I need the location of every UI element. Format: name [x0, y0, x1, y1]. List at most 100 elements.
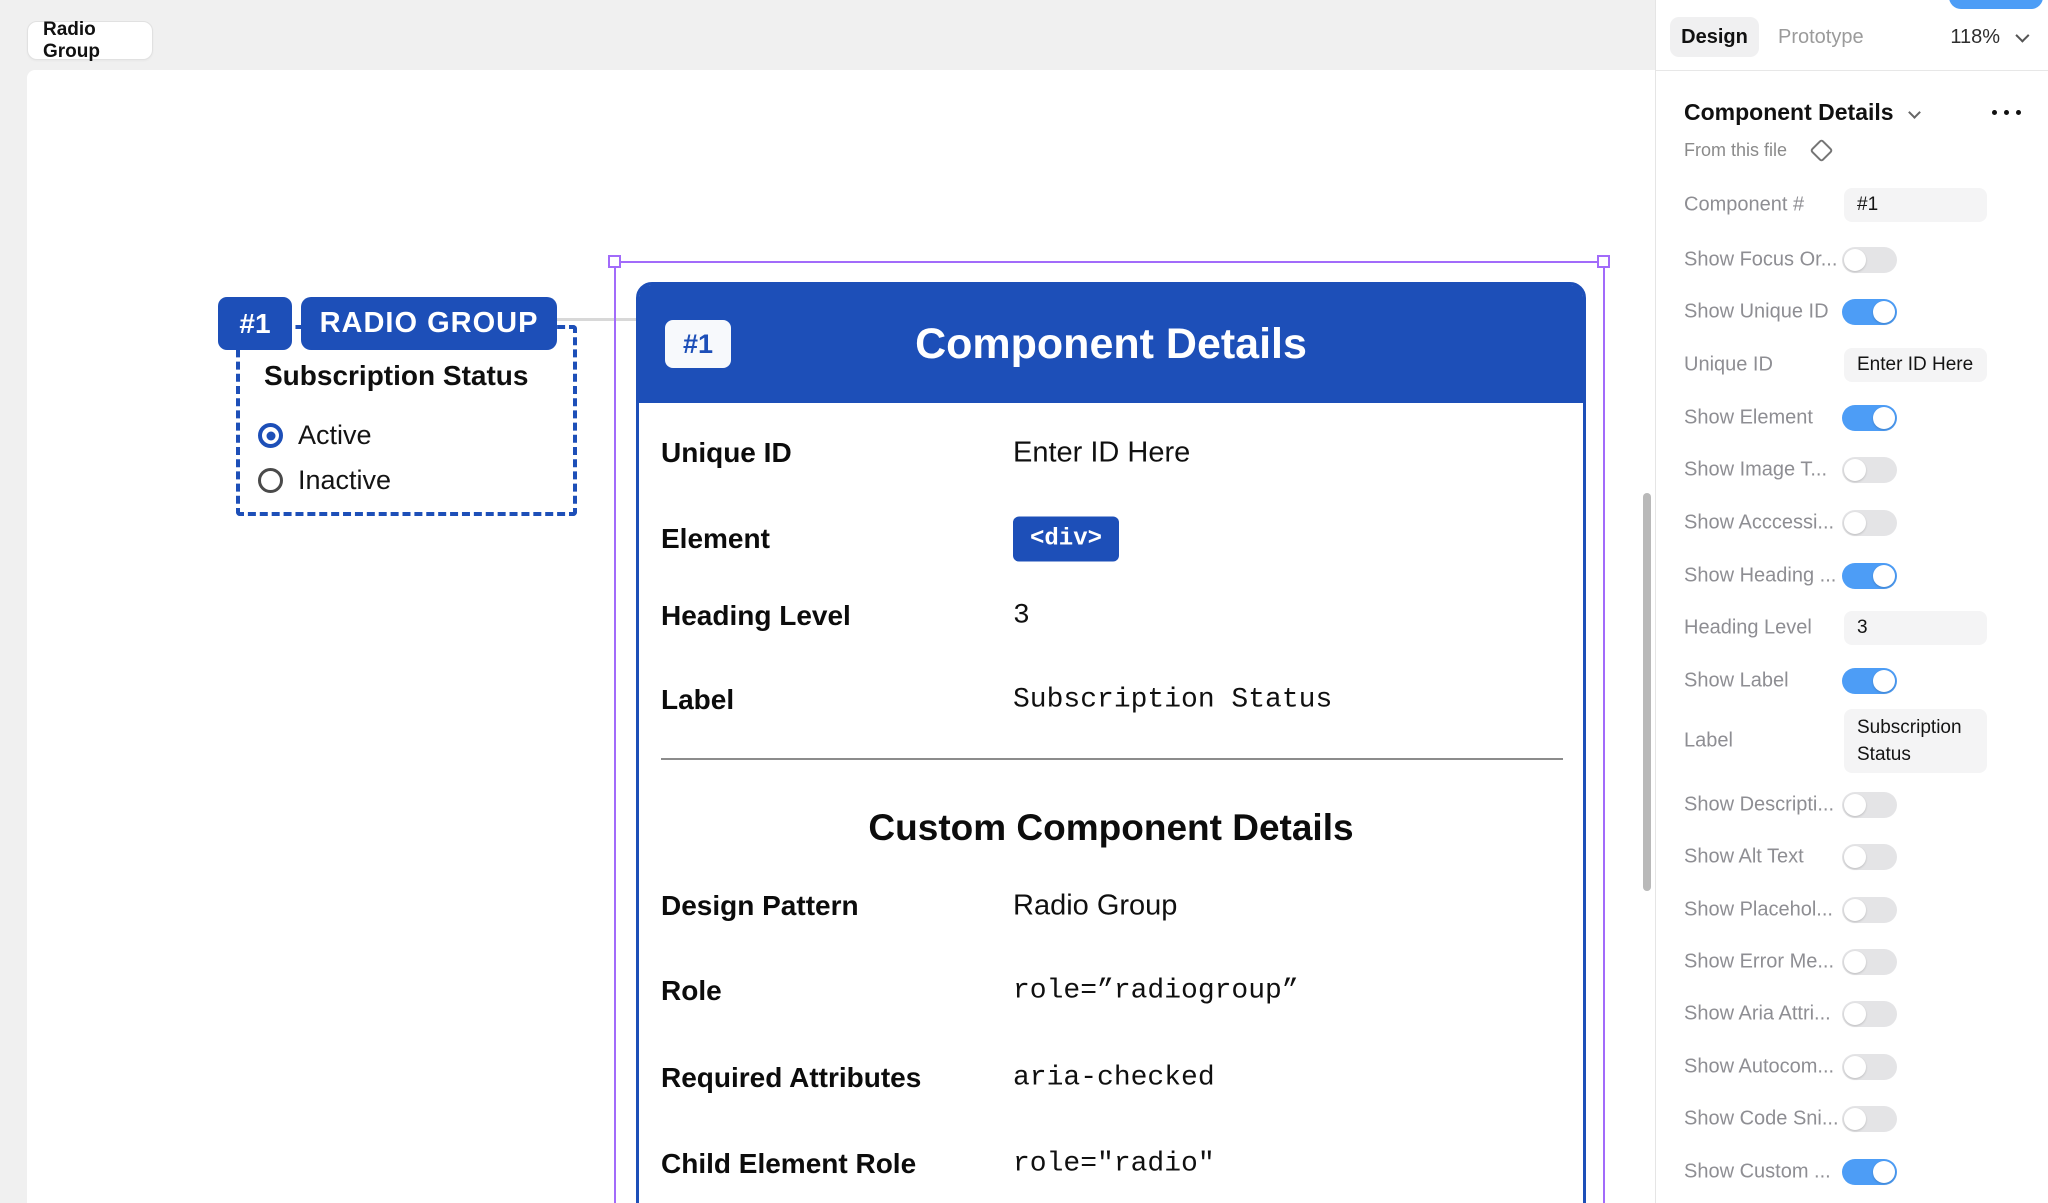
- selection-handle-top-left[interactable]: [608, 255, 621, 268]
- card-row-label: Label: [661, 684, 734, 716]
- toolbar-blue-button-partial[interactable]: [1949, 0, 2043, 9]
- card-title: Component Details: [915, 320, 1307, 369]
- panel-row-label: Show Alt Text: [1684, 846, 1804, 869]
- radio-group-legend: Subscription Status: [264, 360, 528, 392]
- card-row-label: Unique ID: [661, 437, 792, 469]
- radio-dot: [266, 431, 275, 440]
- input-heading-level[interactable]: 3: [1844, 611, 1987, 645]
- input-label[interactable]: Subscription Status: [1844, 709, 1987, 773]
- annotation-connector-line: [556, 318, 638, 321]
- more-options-button[interactable]: [1992, 110, 2021, 115]
- selection-outline-left: [614, 261, 616, 1203]
- card-row-value: aria-checked: [1013, 1063, 1215, 1094]
- toggle-show-error-me[interactable]: [1842, 949, 1897, 975]
- zoom-control[interactable]: 118%: [1950, 17, 2026, 57]
- toggle-show-label[interactable]: [1842, 668, 1897, 694]
- toggle-show-custom[interactable]: [1842, 1159, 1897, 1185]
- panel-row-label: Heading Level: [1684, 617, 1812, 640]
- selection-handle-top-right[interactable]: [1597, 255, 1610, 268]
- panel-topbar: Design Prototype 118%: [1656, 0, 2048, 71]
- radio-option-label: Active: [298, 420, 372, 451]
- toggle-show-acccessi[interactable]: [1842, 510, 1897, 536]
- toggle-knob: [1844, 1003, 1866, 1025]
- component-type-text: RADIO GROUP: [320, 307, 539, 340]
- radio-unselected-icon[interactable]: [258, 468, 283, 493]
- component-diamond-icon: [1810, 138, 1834, 162]
- plugin-title: Component Details: [1684, 99, 1894, 126]
- panel-row-label: Unique ID: [1684, 354, 1773, 377]
- panel-row-label: Show Focus Or...: [1684, 249, 1837, 272]
- toggle-show-unique-id[interactable]: [1842, 299, 1897, 325]
- card-row-label: Design Pattern: [661, 890, 859, 922]
- chevron-down-icon[interactable]: [1908, 106, 1921, 119]
- component-type-badge: RADIO GROUP: [301, 297, 557, 350]
- toggle-knob: [1873, 565, 1895, 587]
- toggle-show-alt-text[interactable]: [1842, 844, 1897, 870]
- panel-row-label: Show Image T...: [1684, 459, 1827, 482]
- panel-row-label: Label: [1684, 730, 1733, 753]
- toggle-show-code-sni[interactable]: [1842, 1106, 1897, 1132]
- component-details-card[interactable]: #1 Component Details Unique ID Enter ID H…: [636, 282, 1586, 1203]
- card-row-label: Required Attributes: [661, 1062, 921, 1094]
- panel-row-label: Show Error Me...: [1684, 951, 1834, 974]
- panel-row-label: Show Code Sni...: [1684, 1108, 1839, 1131]
- toggle-knob: [1844, 899, 1866, 921]
- toggle-show-aria-attri[interactable]: [1842, 1001, 1897, 1027]
- card-row-value: Subscription Status: [1013, 685, 1332, 716]
- input-component[interactable]: #1: [1844, 188, 1987, 222]
- card-row-value: Radio Group: [1013, 890, 1177, 923]
- panel-row-label: Show Element: [1684, 407, 1813, 430]
- card-number-text: #1: [683, 329, 713, 360]
- panel-row-label: Show Aria Attri...: [1684, 1003, 1831, 1026]
- radio-option-inactive[interactable]: Inactive: [258, 465, 391, 496]
- tab-design[interactable]: Design: [1670, 17, 1759, 57]
- toggle-knob: [1844, 951, 1866, 973]
- card-row-label: Element: [661, 523, 770, 555]
- chevron-down-icon: [2015, 29, 2029, 43]
- panel-row-label: Show Descripti...: [1684, 794, 1834, 817]
- toggle-knob: [1844, 1056, 1866, 1078]
- card-section-divider: [661, 758, 1563, 760]
- component-number-badge: #1: [218, 297, 292, 350]
- toggle-show-image-t[interactable]: [1842, 457, 1897, 483]
- card-row-value: role=”radiogroup”: [1013, 976, 1299, 1007]
- toggle-knob: [1873, 670, 1895, 692]
- toggle-show-autocom[interactable]: [1842, 1054, 1897, 1080]
- panel-row-label: Component #: [1684, 194, 1804, 217]
- toggle-show-heading[interactable]: [1842, 563, 1897, 589]
- toggle-knob: [1873, 1161, 1895, 1183]
- radio-group-options: Active Inactive: [258, 420, 391, 496]
- selection-outline-top: [614, 261, 1605, 263]
- toggle-knob: [1844, 459, 1866, 481]
- frame-name-chip[interactable]: Radio Group: [27, 21, 153, 60]
- input-unique-id[interactable]: Enter ID Here: [1844, 348, 1987, 382]
- radio-option-active[interactable]: Active: [258, 420, 391, 451]
- card-subheading: Custom Component Details: [639, 807, 1583, 849]
- toggle-knob: [1873, 301, 1895, 323]
- properties-panel: Design Prototype 118% Component Details …: [1655, 0, 2048, 1203]
- card-row-label: Heading Level: [661, 600, 851, 632]
- card-row-value: role="radio": [1013, 1149, 1215, 1180]
- toggle-show-focus-or[interactable]: [1842, 247, 1897, 273]
- toggle-knob: [1844, 512, 1866, 534]
- app-window: Radio Group #1 RADIO GROUP Subscription …: [0, 0, 2048, 1203]
- panel-row-label: Show Unique ID: [1684, 301, 1829, 324]
- toggle-knob: [1844, 1108, 1866, 1130]
- card-row-value: Enter ID Here: [1013, 437, 1190, 470]
- radio-option-label: Inactive: [298, 465, 391, 496]
- card-number-badge: #1: [665, 320, 731, 368]
- card-row-value: 3: [1013, 601, 1030, 632]
- panel-row-label: Show Autocom...: [1684, 1056, 1834, 1079]
- toggle-knob: [1844, 794, 1866, 816]
- frame-name-label: Radio Group: [43, 19, 152, 63]
- card-row-value: <div>: [1013, 517, 1119, 562]
- panel-row-label: Show Label: [1684, 670, 1789, 693]
- panel-row-label: Show Placehol...: [1684, 899, 1833, 922]
- card-header: #1 Component Details: [639, 285, 1583, 403]
- canvas-scrollbar-thumb[interactable]: [1643, 493, 1651, 891]
- toggle-show-element[interactable]: [1842, 405, 1897, 431]
- tab-prototype[interactable]: Prototype: [1778, 17, 1864, 57]
- toggle-show-placehol[interactable]: [1842, 897, 1897, 923]
- toggle-show-descripti[interactable]: [1842, 792, 1897, 818]
- radio-selected-icon[interactable]: [258, 423, 283, 448]
